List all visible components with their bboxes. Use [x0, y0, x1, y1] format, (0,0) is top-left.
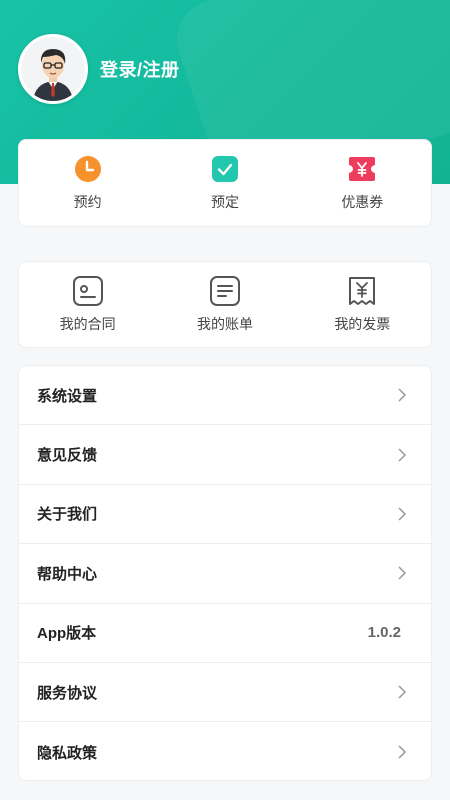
menu-item-label: 系统设置 — [37, 387, 98, 405]
login-register-link[interactable]: 登录/注册 — [100, 56, 180, 82]
chevron-right-icon — [398, 448, 407, 462]
booking-label: 预定 — [210, 193, 239, 210]
menu-item-about-us[interactable]: 关于我们 — [19, 485, 431, 545]
menu-item-label: 帮助中心 — [37, 565, 98, 583]
coupon-label: 优惠券 — [341, 193, 384, 210]
menu-item-privacy-policy[interactable]: 隐私政策 — [19, 722, 431, 781]
invoice-icon — [349, 277, 376, 305]
my-bill-label: 我的账单 — [196, 316, 253, 332]
quick-actions-card: 预约 预定 优惠券 — [18, 139, 432, 227]
coupon-button[interactable]: 优惠券 — [294, 140, 431, 226]
chevron-right-icon — [398, 507, 407, 521]
chevron-right-icon — [398, 745, 407, 759]
contract-icon — [72, 276, 103, 306]
menu-item-feedback[interactable]: 意见反馈 — [19, 425, 431, 485]
menu-item-service-agreement[interactable]: 服务协议 — [19, 663, 431, 723]
app-version-value: 1.0.2 — [367, 624, 401, 642]
menu-item-app-version: App版本 1.0.2 — [19, 604, 431, 663]
settings-menu: 系统设置 意见反馈 关于我们 帮助中心 App版本 1.0.2 服务协议 隐私政… — [18, 365, 432, 781]
appointment-label: 预约 — [73, 193, 102, 210]
check-icon — [211, 155, 238, 182]
my-section-card: 我的合同 我的账单 我的发票 — [18, 261, 432, 348]
menu-item-system-settings[interactable]: 系统设置 — [19, 366, 431, 426]
menu-item-label: 服务协议 — [37, 684, 98, 702]
menu-item-help-center[interactable]: 帮助中心 — [19, 544, 431, 604]
my-contract-label: 我的合同 — [59, 316, 116, 332]
menu-item-label: 隐私政策 — [37, 744, 98, 762]
menu-item-label: 意见反馈 — [37, 447, 98, 465]
booking-button[interactable]: 预定 — [156, 140, 293, 226]
clock-icon — [74, 155, 101, 182]
coupon-icon — [349, 156, 376, 181]
my-invoice-button[interactable]: 我的发票 — [294, 262, 431, 347]
avatar-illustration — [21, 37, 85, 101]
menu-item-label: 关于我们 — [37, 506, 98, 524]
appointment-button[interactable]: 预约 — [19, 140, 156, 226]
chevron-right-icon — [398, 566, 407, 580]
my-bill-button[interactable]: 我的账单 — [156, 262, 293, 347]
chevron-right-icon — [398, 685, 407, 699]
bill-icon — [209, 276, 240, 306]
my-contract-button[interactable]: 我的合同 — [19, 262, 156, 347]
menu-item-label: App版本 — [37, 625, 97, 643]
profile-area[interactable]: 登录/注册 — [18, 34, 180, 104]
avatar[interactable] — [18, 34, 88, 104]
chevron-right-icon — [398, 388, 407, 402]
my-invoice-label: 我的发票 — [334, 316, 391, 332]
